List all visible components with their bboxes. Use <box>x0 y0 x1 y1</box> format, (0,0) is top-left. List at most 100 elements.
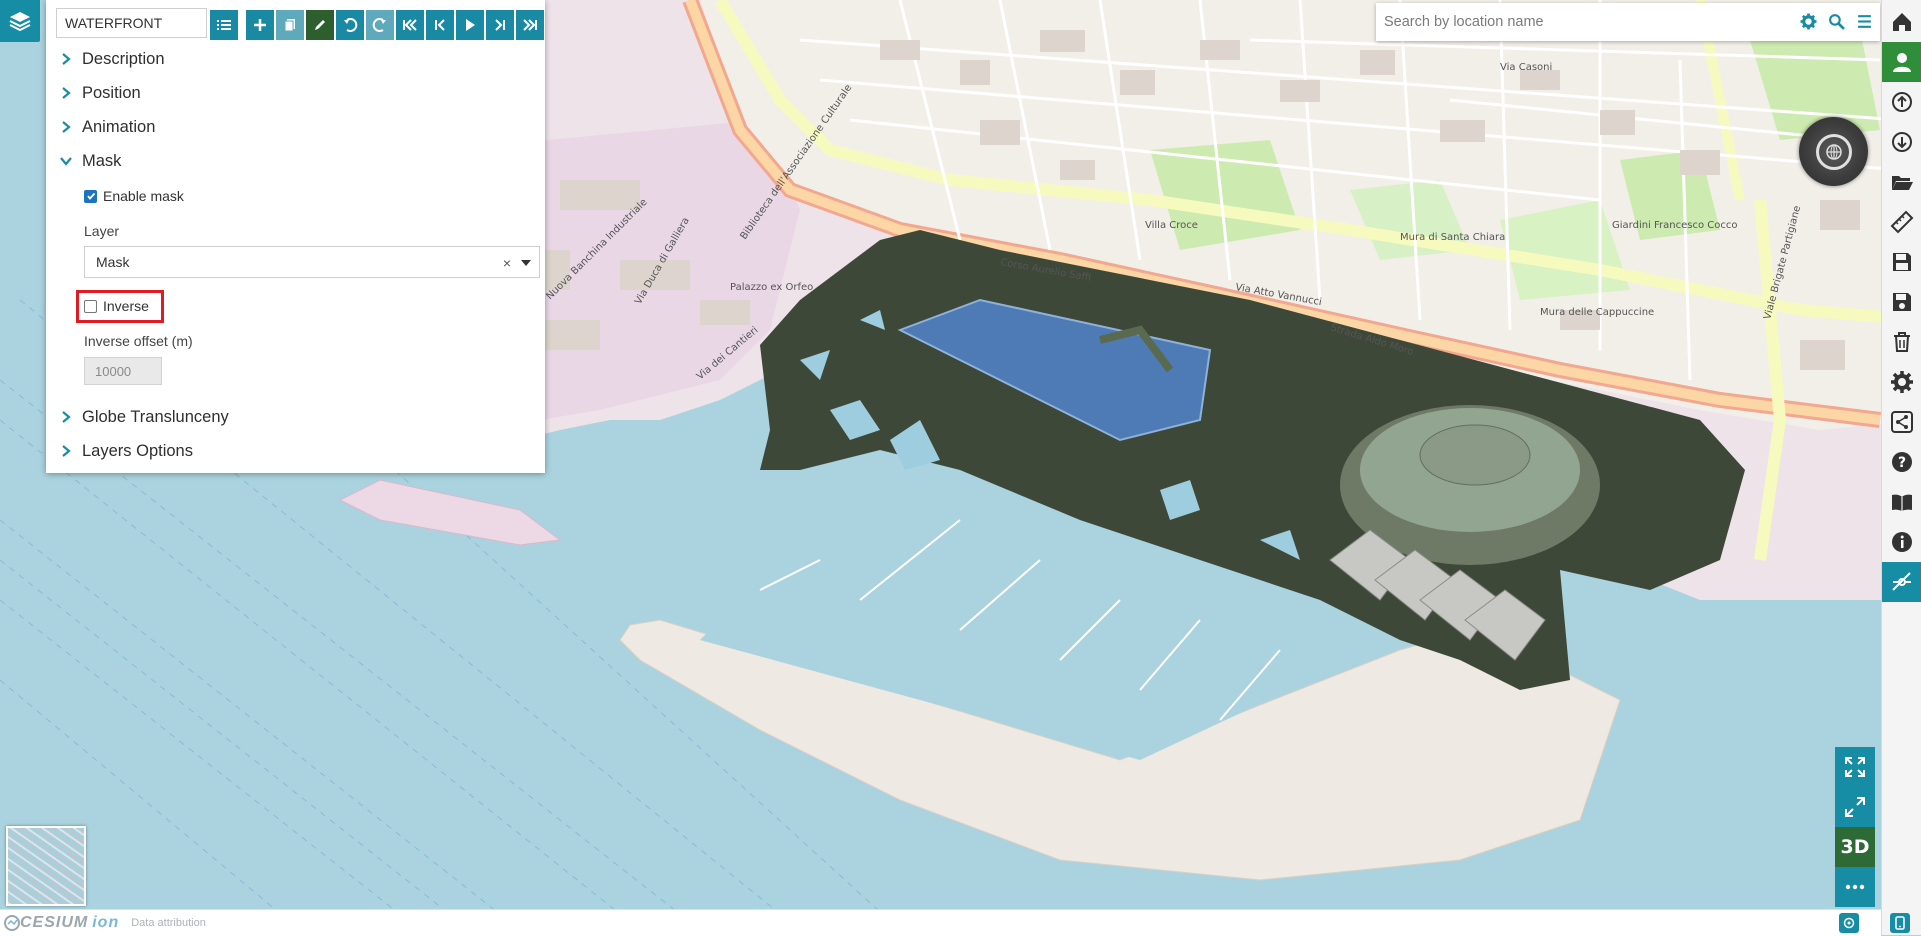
chevron-right-icon <box>62 445 71 457</box>
section-mask-label: Mask <box>82 151 122 170</box>
zoom-extent-button[interactable] <box>1835 787 1875 827</box>
layer-name-input[interactable]: WATERFRONT <box>56 8 207 38</box>
trash-icon <box>1894 332 1910 352</box>
chevron-right-icon <box>62 411 71 423</box>
enable-mask-label: Enable mask <box>103 188 184 204</box>
cesium-logo[interactable]: CESIUM ion <box>4 914 119 932</box>
save-as-button[interactable] <box>1882 282 1921 322</box>
tools-button[interactable] <box>1882 562 1921 602</box>
search-icon <box>1828 13 1845 30</box>
undo-button[interactable] <box>336 10 364 40</box>
download-button[interactable] <box>1882 122 1921 162</box>
share-button[interactable] <box>1882 402 1921 442</box>
upload-button[interactable] <box>1882 82 1921 122</box>
save-as-icon <box>1893 293 1911 311</box>
play-button[interactable] <box>456 10 484 40</box>
search-menu-button[interactable] <box>1854 11 1874 31</box>
map-label-street8: Via Casoni <box>1500 62 1552 73</box>
list-icon <box>217 20 231 30</box>
tools-icon <box>1892 572 1911 591</box>
phone-icon <box>1895 916 1905 930</box>
layer-properties-panel: WATERFRONT Description Position Animatio… <box>46 0 545 473</box>
clear-selection-icon[interactable]: × <box>503 255 511 271</box>
playback-group <box>396 10 546 40</box>
info-icon <box>1892 532 1912 552</box>
info-button[interactable] <box>1882 522 1921 562</box>
list-button[interactable] <box>210 10 238 40</box>
last-frame-button[interactable] <box>516 10 544 40</box>
folder-open-icon <box>1892 176 1913 190</box>
next-frame-button[interactable] <box>486 10 514 40</box>
search-placeholder[interactable]: Search by location name <box>1384 14 1544 30</box>
locate-button[interactable] <box>1839 913 1859 933</box>
chevron-right-icon <box>62 53 71 65</box>
delete-button[interactable] <box>1882 322 1921 362</box>
chevron-right-icon <box>62 87 71 99</box>
first-frame-button[interactable] <box>396 10 424 40</box>
mask-layer-value: Mask <box>96 254 130 270</box>
data-attribution-link[interactable]: Data attribution <box>131 917 206 929</box>
search-button[interactable] <box>1826 11 1846 31</box>
navigation-compass[interactable] <box>1799 117 1868 186</box>
mask-layer-select[interactable]: Mask × <box>84 246 540 278</box>
prev-frame-button[interactable] <box>426 10 454 40</box>
section-position[interactable]: Position <box>46 79 141 107</box>
enable-mask-checkbox[interactable]: Enable mask <box>84 188 184 204</box>
section-position-label: Position <box>82 83 141 102</box>
copy-icon <box>284 19 295 32</box>
section-description-label: Description <box>82 49 165 68</box>
fullscreen-button[interactable] <box>1835 747 1875 787</box>
measure-button[interactable] <box>1882 202 1921 242</box>
more-options-button[interactable] <box>1835 867 1875 907</box>
ruler-icon <box>1890 210 1914 234</box>
cesium-logo-icon <box>4 915 20 931</box>
checkbox-unchecked[interactable] <box>84 299 97 313</box>
next-icon <box>495 19 505 31</box>
view-mode-3d-button[interactable]: 3D <box>1835 827 1875 867</box>
section-animation[interactable]: Animation <box>46 113 155 141</box>
check-icon <box>86 192 95 200</box>
mobile-view-button[interactable] <box>1890 913 1910 933</box>
location-search-bar[interactable]: Search by location name <box>1376 3 1880 41</box>
home-button[interactable] <box>1882 2 1921 42</box>
layer-field-label: Layer <box>84 223 120 239</box>
section-layers-options[interactable]: Layers Options <box>46 437 193 465</box>
gear-icon <box>1891 371 1913 393</box>
globe-icon <box>1825 143 1842 160</box>
prev-icon <box>435 19 445 31</box>
gear-icon <box>1800 13 1816 29</box>
docs-button[interactable] <box>1882 482 1921 522</box>
checkbox-checked[interactable] <box>84 189 97 203</box>
map-label-poi5: Mura delle Cappuccine <box>1540 307 1654 318</box>
dropdown-caret-icon[interactable] <box>521 260 531 266</box>
map-label-poi6: Mura di Santa Chiara <box>1400 232 1505 243</box>
open-folder-button[interactable] <box>1882 162 1921 202</box>
plus-icon <box>254 19 266 31</box>
save-button[interactable] <box>1882 242 1921 282</box>
settings-button[interactable] <box>1882 362 1921 402</box>
redo-button[interactable] <box>366 10 394 40</box>
cesium-text: CESIUM <box>20 914 89 931</box>
save-icon <box>1893 253 1911 271</box>
search-settings-button[interactable] <box>1798 11 1818 31</box>
layers-icon <box>9 12 31 32</box>
copy-button[interactable] <box>276 10 304 40</box>
play-icon <box>466 19 475 31</box>
section-mask[interactable]: Mask <box>46 147 121 175</box>
layers-toggle-button[interactable] <box>0 0 40 42</box>
section-description[interactable]: Description <box>46 45 165 73</box>
section-globe-translucency[interactable]: Globe Translunceny <box>46 403 229 431</box>
inverse-checkbox[interactable]: Inverse <box>84 298 149 314</box>
inverse-offset-input[interactable]: 10000 <box>84 357 162 385</box>
map-label-poi2: Palazzo ex Orfeo <box>730 282 813 293</box>
expand-icon <box>1845 797 1865 817</box>
overview-minimap[interactable] <box>6 826 86 906</box>
right-toolbar: ? <box>1881 0 1921 935</box>
add-button[interactable] <box>246 10 274 40</box>
user-button[interactable] <box>1882 42 1921 82</box>
home-icon <box>1893 13 1911 31</box>
help-button[interactable]: ? <box>1882 442 1921 482</box>
chevron-right-icon <box>62 121 71 133</box>
edit-button[interactable] <box>306 10 334 40</box>
compass-ring[interactable] <box>1815 133 1852 170</box>
